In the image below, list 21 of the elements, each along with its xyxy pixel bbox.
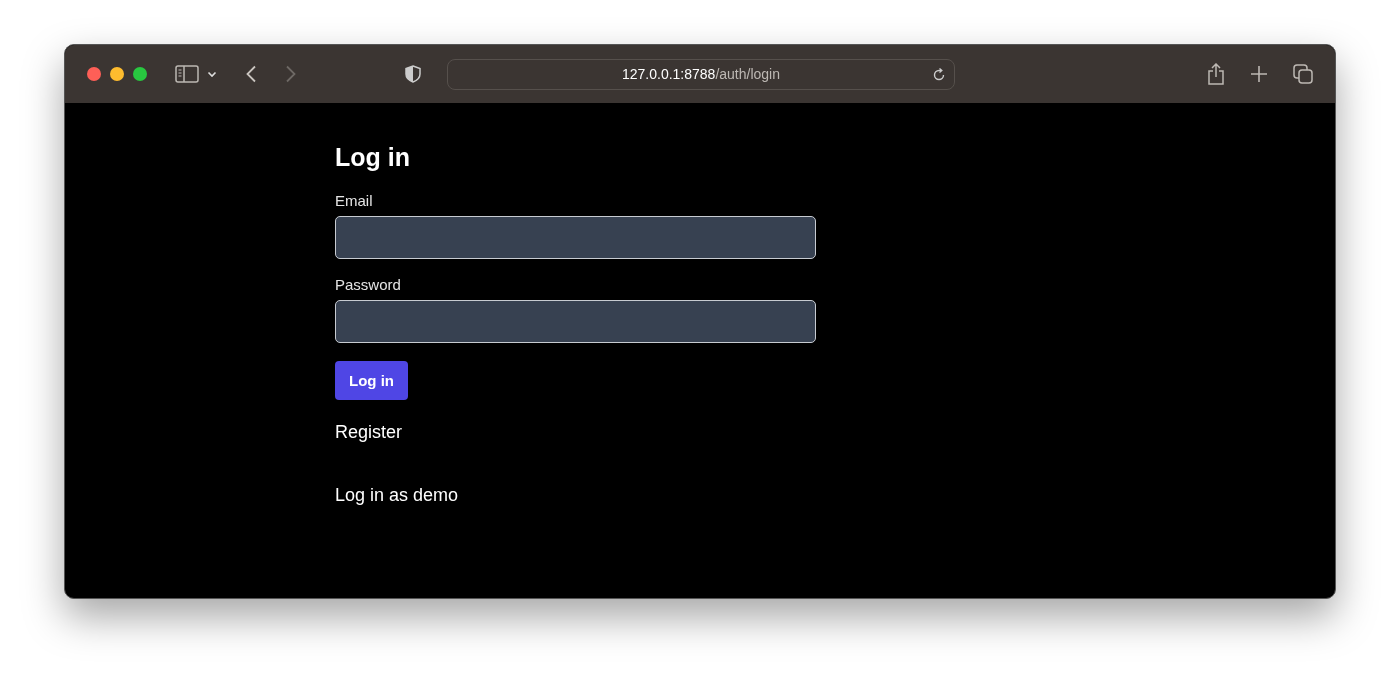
zoom-button[interactable] (133, 67, 147, 81)
back-icon[interactable] (245, 65, 257, 83)
reload-icon[interactable] (932, 67, 946, 82)
close-button[interactable] (87, 67, 101, 81)
address-bar[interactable]: 127.0.0.1:8788/auth/login (447, 58, 955, 90)
input-field[interactable] (335, 300, 816, 343)
page-title: Log in (335, 143, 410, 172)
tabs-overview-icon[interactable] (1293, 64, 1313, 84)
sidebar-icon[interactable] (175, 65, 199, 83)
share-icon[interactable] (1207, 63, 1225, 85)
input-field[interactable] (335, 216, 816, 259)
shield-icon (405, 65, 421, 83)
field-label: Password (335, 276, 402, 293)
chevron-down-icon[interactable] (207, 70, 217, 78)
login-button[interactable]: Log in (335, 361, 408, 400)
minimize-button[interactable] (110, 67, 124, 81)
url-text: 127.0.0.1:8788/auth/login (622, 66, 780, 82)
field-label: Email (335, 192, 374, 209)
text-link[interactable]: Log in as demo (335, 485, 459, 506)
plus-icon[interactable] (1251, 66, 1267, 82)
text-link[interactable]: Register (335, 422, 403, 443)
